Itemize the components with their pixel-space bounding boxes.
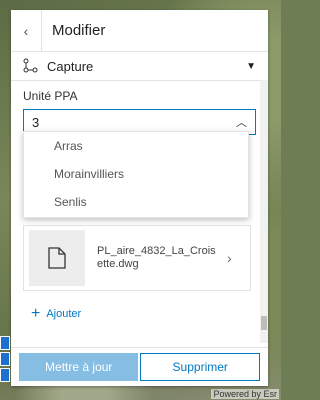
back-button[interactable]: ‹ [11, 10, 42, 51]
panel-footer: Mettre à jour Supprimer [11, 347, 268, 386]
file-icon [48, 247, 66, 269]
chevron-up-icon[interactable]: ︿ [236, 114, 247, 130]
caret-down-icon: ▼ [246, 60, 256, 72]
file-thumbnail [29, 230, 85, 286]
edit-panel: ‹ Modifier Capture ▼ Unité PPA ︿ Arras M… [11, 10, 268, 386]
plus-icon: + [31, 305, 41, 322]
dropdown-option[interactable]: Senlis [24, 188, 248, 216]
attachment-name: PL_aire_4832_La_Croisette.dwg [97, 245, 216, 270]
map-tool-icon[interactable] [0, 336, 10, 350]
capture-icon [23, 58, 38, 73]
dropdown-option[interactable]: Arras [24, 132, 248, 160]
chevron-right-icon[interactable]: › [227, 250, 232, 266]
capture-selector[interactable]: Capture ▼ [11, 52, 268, 81]
scrollbar[interactable] [260, 80, 268, 343]
update-button[interactable]: Mettre à jour [19, 353, 139, 381]
map-tool-icon[interactable] [0, 352, 10, 366]
options-dropdown: Arras Morainvilliers Senlis [23, 131, 249, 218]
panel-title: Modifier [52, 22, 106, 39]
dropdown-option[interactable]: Morainvilliers [24, 160, 248, 188]
field-label: Unité PPA [23, 89, 78, 103]
add-label: Ajouter [46, 308, 82, 320]
map-tool-icon[interactable] [0, 368, 10, 382]
chevron-left-icon: ‹ [23, 22, 29, 39]
panel-header: ‹ Modifier [11, 10, 268, 52]
scrollbar-thumb[interactable] [261, 316, 267, 330]
delete-button[interactable]: Supprimer [140, 353, 260, 381]
capture-label: Capture [47, 58, 94, 74]
unite-ppa-input[interactable] [32, 114, 236, 130]
map-attribution: Powered by Esr [211, 389, 279, 399]
add-attachment-button[interactable]: + Ajouter [31, 305, 82, 322]
attachment-item[interactable]: PL_aire_4832_La_Croisette.dwg › [23, 225, 251, 291]
